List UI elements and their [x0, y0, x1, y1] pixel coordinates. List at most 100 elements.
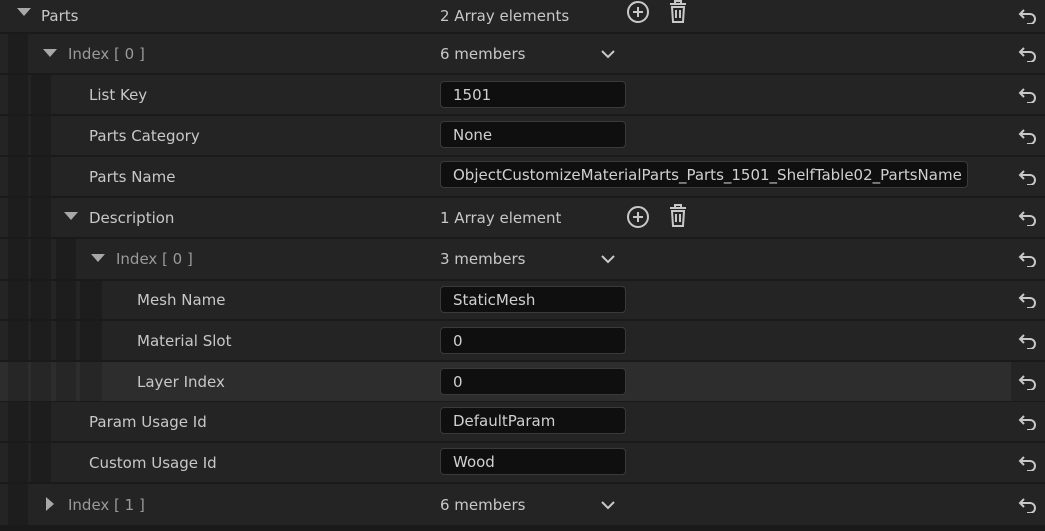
property-row-custom-usage-id: Custom Usage Id Wood	[0, 443, 1045, 482]
param-usage-id-field[interactable]: DefaultParam	[440, 407, 626, 434]
indent-guide	[80, 362, 102, 401]
property-row-layer-index: Layer Index 0	[0, 362, 1045, 401]
collapse-arrow-icon[interactable]	[46, 497, 54, 511]
reset-arrow-icon	[1018, 210, 1036, 226]
dropdown-button[interactable]	[600, 46, 616, 62]
reset-button[interactable]	[1011, 0, 1045, 32]
material-slot-field[interactable]: 0	[440, 327, 626, 354]
property-label: Parts Name	[89, 167, 176, 186]
property-row-parts-category: Parts Category None	[0, 116, 1045, 155]
name-cell: List Key	[8, 75, 421, 114]
trash-icon	[670, 204, 686, 227]
chevron-down-icon	[601, 50, 615, 59]
indent-guide	[8, 157, 28, 196]
list-key-field[interactable]: 1501	[440, 81, 626, 108]
name-cell: Parts Category	[8, 116, 421, 155]
reset-arrow-icon	[1018, 455, 1036, 471]
reset-button[interactable]	[1011, 75, 1045, 114]
indent-guide	[8, 362, 28, 401]
property-label: Layer Index	[137, 372, 225, 391]
reset-button[interactable]	[1011, 198, 1045, 237]
value-cell: 6 members	[424, 484, 1008, 525]
property-row-description-index-0: Index [ 0 ] 3 members	[0, 239, 1045, 279]
property-label: Mesh Name	[137, 291, 226, 309]
indent-guide	[31, 281, 51, 319]
value-cell: StaticMesh	[424, 281, 1008, 319]
delete-all-button[interactable]	[666, 204, 690, 228]
reset-button[interactable]	[1011, 281, 1045, 319]
expand-arrow-icon[interactable]	[43, 49, 57, 57]
delete-all-button[interactable]	[666, 0, 690, 24]
add-element-button[interactable]	[626, 0, 650, 24]
expand-arrow-icon[interactable]	[91, 254, 105, 262]
name-cell: Layer Index	[8, 362, 421, 401]
reset-arrow-icon	[1018, 333, 1036, 349]
name-cell: Custom Usage Id	[8, 443, 421, 482]
reset-button[interactable]	[1011, 116, 1045, 155]
indent-guide	[31, 198, 51, 237]
property-label: Parts Category	[89, 126, 200, 145]
value-cell: 3 members	[424, 239, 1008, 279]
indent-guide	[80, 281, 102, 319]
value-cell: 6 members	[424, 34, 1008, 73]
reset-button[interactable]	[1011, 443, 1045, 482]
member-count: 6 members	[440, 495, 526, 514]
indent-guide	[56, 281, 76, 319]
reset-button[interactable]	[1011, 402, 1045, 441]
indent-guide	[31, 157, 51, 196]
reset-button[interactable]	[1011, 484, 1045, 525]
property-row-param-usage-id: Param Usage Id DefaultParam	[0, 402, 1045, 441]
details-panel: Parts 2 Array elements Index [ 0 ] 6 mem…	[0, 0, 1045, 531]
member-count: 3 members	[440, 250, 526, 268]
layer-index-field[interactable]: 0	[440, 368, 626, 395]
value-cell: Wood	[424, 443, 1008, 482]
value-cell: ObjectCustomizeMaterialParts_Parts_1501_…	[424, 157, 1008, 196]
name-cell: Parts Name	[8, 157, 421, 196]
property-label: Material Slot	[137, 331, 232, 350]
indent-guide	[8, 198, 28, 237]
indent-guide	[8, 443, 28, 482]
indent-guide	[31, 402, 51, 441]
indent-guide	[31, 362, 51, 401]
parts-category-field[interactable]: None	[440, 121, 626, 148]
value-cell: None	[424, 116, 1008, 155]
indent-guide	[80, 321, 102, 360]
indent-guide	[31, 75, 51, 114]
name-cell: Mesh Name	[8, 281, 421, 319]
reset-button[interactable]	[1011, 157, 1045, 196]
dropdown-button[interactable]	[600, 251, 616, 267]
reset-button[interactable]	[1011, 321, 1045, 360]
reset-button[interactable]	[1011, 239, 1045, 279]
indent-guide	[31, 116, 51, 155]
property-label: Param Usage Id	[89, 412, 207, 431]
property-row-parts: Parts 2 Array elements	[0, 0, 1045, 32]
property-row-mesh-name: Mesh Name StaticMesh	[0, 281, 1045, 319]
custom-usage-id-field[interactable]: Wood	[440, 448, 626, 475]
parts-name-field[interactable]: ObjectCustomizeMaterialParts_Parts_1501_…	[440, 161, 968, 188]
indent-guide	[8, 34, 28, 73]
property-row-index-1: Index [ 1 ] 6 members	[0, 484, 1045, 525]
expand-arrow-icon[interactable]	[64, 212, 78, 220]
indent-guide	[56, 321, 76, 360]
value-cell: 0	[424, 362, 1008, 401]
plus-circle-icon	[627, 206, 649, 228]
name-cell: Parts	[8, 0, 421, 32]
dropdown-button[interactable]	[600, 497, 616, 513]
indent-guide	[8, 116, 28, 155]
property-row-parts-name: Parts Name ObjectCustomizeMaterialParts_…	[0, 157, 1045, 196]
property-row-index-0: Index [ 0 ] 6 members	[0, 34, 1045, 73]
mesh-name-field[interactable]: StaticMesh	[440, 286, 626, 313]
reset-arrow-icon	[1018, 252, 1036, 267]
reset-arrow-icon	[1018, 87, 1036, 103]
add-element-button[interactable]	[626, 205, 650, 229]
indent-guide	[8, 239, 28, 279]
expand-arrow-icon[interactable]	[17, 8, 31, 16]
reset-button[interactable]	[1011, 34, 1045, 73]
indent-guide	[8, 281, 28, 319]
indent-guide	[8, 321, 28, 360]
property-row-material-slot: Material Slot 0	[0, 321, 1045, 360]
property-label: Index [ 0 ]	[68, 44, 145, 63]
array-count: 1 Array element	[440, 208, 562, 227]
property-label: List Key	[89, 85, 148, 104]
reset-button[interactable]	[1011, 362, 1045, 401]
